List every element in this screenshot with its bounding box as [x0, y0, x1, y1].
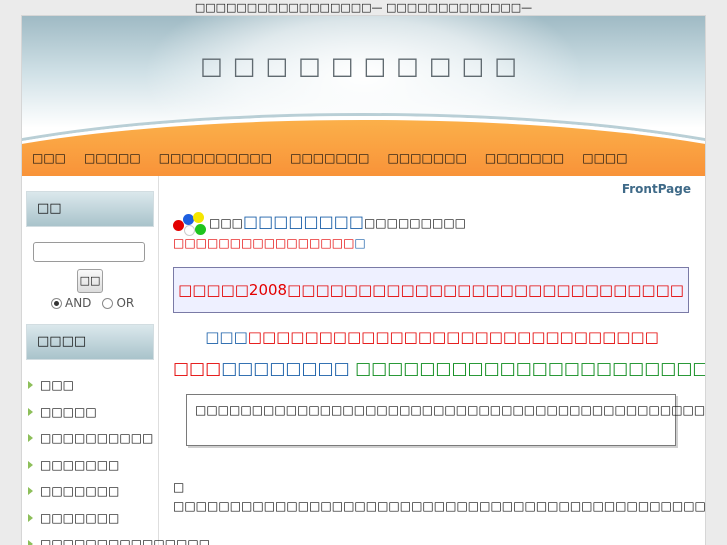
nav-item-3[interactable]: □□□□□□□□□□	[159, 148, 272, 168]
sidebar-item-label: □□□	[40, 378, 75, 393]
paragraph-1: □	[173, 480, 185, 494]
section-heading: □□□□□□□□□□□ □□□□□□□□□□□□□□□□□□□□□□□□□□	[173, 359, 705, 379]
intro-link[interactable]: □□□□□□□□	[243, 212, 364, 231]
nav-item-7[interactable]: □□□□	[582, 148, 627, 168]
radio-and-label: AND	[65, 296, 92, 310]
sidebar-item-label: □□□□□□□□□□	[40, 431, 154, 446]
sidebar-item-6[interactable]: □□□□□□□	[28, 505, 158, 532]
top-tagline: □□□□□□□□□□□□□□□□□— □□□□□□□□□□□□□—	[194, 1, 533, 14]
radio-or-label: OR	[116, 296, 135, 310]
intro-prefix: □□□	[209, 216, 244, 230]
quote-box: □□□□□□□□□□□□□□□□□□□□□□□□□□□□□□□□□□□□□□□□…	[186, 394, 705, 446]
sidebar-item-label: □□□□□□□	[40, 484, 120, 499]
intro-suffix: □□□□□□□□□	[363, 216, 466, 230]
page-frame: □□□□□□□□□□ □□□ □□□□□ □□□□□□□□□□ □□□□□□□ …	[22, 16, 705, 545]
nav-item-4[interactable]: □□□□□□□	[290, 148, 369, 168]
arrow-icon	[28, 460, 33, 469]
arrow-icon	[28, 540, 33, 545]
nav-item-1[interactable]: □□□	[32, 148, 66, 168]
color-dots-icon	[173, 211, 209, 236]
sidebar-item-label: □□□□□□□	[40, 457, 120, 472]
sidebar-item-3[interactable]: □□□□□□□□□□	[28, 425, 158, 452]
nav-item-2[interactable]: □□□□□	[84, 148, 141, 168]
section-heading-green: □□□□□□□□□□□□□□□□□□□□□□□□□□	[355, 359, 705, 379]
arrow-icon	[28, 434, 33, 443]
sidebar-item-2[interactable]: □□□□□	[28, 399, 158, 426]
sidebar: □□ □□ AND OR □□□□ □□□ □□□□□ □□□□□□□□□□ □…	[22, 176, 210, 545]
intro-red-line: □□□□□□□□□□□□□□□□□	[173, 236, 366, 250]
radio-or[interactable]	[102, 297, 114, 309]
sidebar-item-1[interactable]: □□□	[28, 372, 158, 399]
notice-box: □□□□□2008□□□□□□□□□□□□□□□□□□□□□□□□□□□□	[173, 267, 689, 313]
center-heading-red: □□□□□□□□□□□□□□□□□□□□□□□□□□□□□	[247, 328, 659, 346]
search-input[interactable]	[33, 242, 145, 262]
arrow-icon	[28, 487, 33, 496]
nav-item-6[interactable]: □□□□□□□	[485, 148, 564, 168]
sidebar-item-label: □□□□□□□	[40, 510, 120, 525]
section-heading-navy: □□□□□□□□	[221, 359, 350, 379]
sidebar-item-7[interactable]: □□□□□□□□□□□□□□□	[28, 531, 210, 545]
main-nav: □□□ □□□□□ □□□□□□□□□□ □□□□□□□ □□□□□□□ □□□…	[32, 148, 646, 168]
intro-line: □□□□□□□□□□□□□□□□□□□□	[173, 211, 466, 236]
page-label[interactable]: FrontPage	[622, 182, 691, 196]
sidebar-item-4[interactable]: □□□□□□□	[28, 452, 158, 479]
center-heading: □□□□□□□□□□□□□□□□□□□□□□□□□□□□□□□□	[159, 328, 705, 346]
sidebar-item-5[interactable]: □□□□□□□	[28, 478, 158, 505]
arrow-icon	[28, 407, 33, 416]
arrow-icon	[28, 381, 33, 390]
search-button[interactable]: □□	[77, 269, 103, 293]
paragraph-2: □□□□□□□□□□□□□□□□□□□□□□□□□□□□□□□□□□□□□□□□…	[173, 499, 705, 513]
radio-and[interactable]	[51, 297, 62, 309]
search-heading: □□	[26, 191, 154, 227]
center-heading-blue[interactable]: □□□	[205, 328, 248, 346]
intro-red-tail: □	[354, 236, 366, 250]
sidebar-item-label: □□□□□	[40, 404, 97, 419]
arrow-icon	[28, 513, 33, 522]
search-mode: AND OR	[51, 296, 134, 310]
main-content: FrontPage □□□□□□□□□□□□□□□□□□□□ □□□□□□□□□…	[159, 176, 705, 545]
nav-item-5[interactable]: □□□□□□□	[387, 148, 466, 168]
site-title[interactable]: □□□□□□□□□□	[22, 52, 705, 80]
section-heading-red: □□□	[173, 359, 222, 379]
site-header: □□□□□□□□□□ □□□ □□□□□ □□□□□□□□□□ □□□□□□□ …	[22, 16, 705, 176]
menu-heading: □□□□	[26, 324, 154, 360]
intro-red-text: □□□□□□□□□□□□□□□□	[173, 236, 355, 250]
sidebar-menu: □□□ □□□□□ □□□□□□□□□□ □□□□□□□ □□□□□□□ □□□…	[28, 372, 210, 545]
